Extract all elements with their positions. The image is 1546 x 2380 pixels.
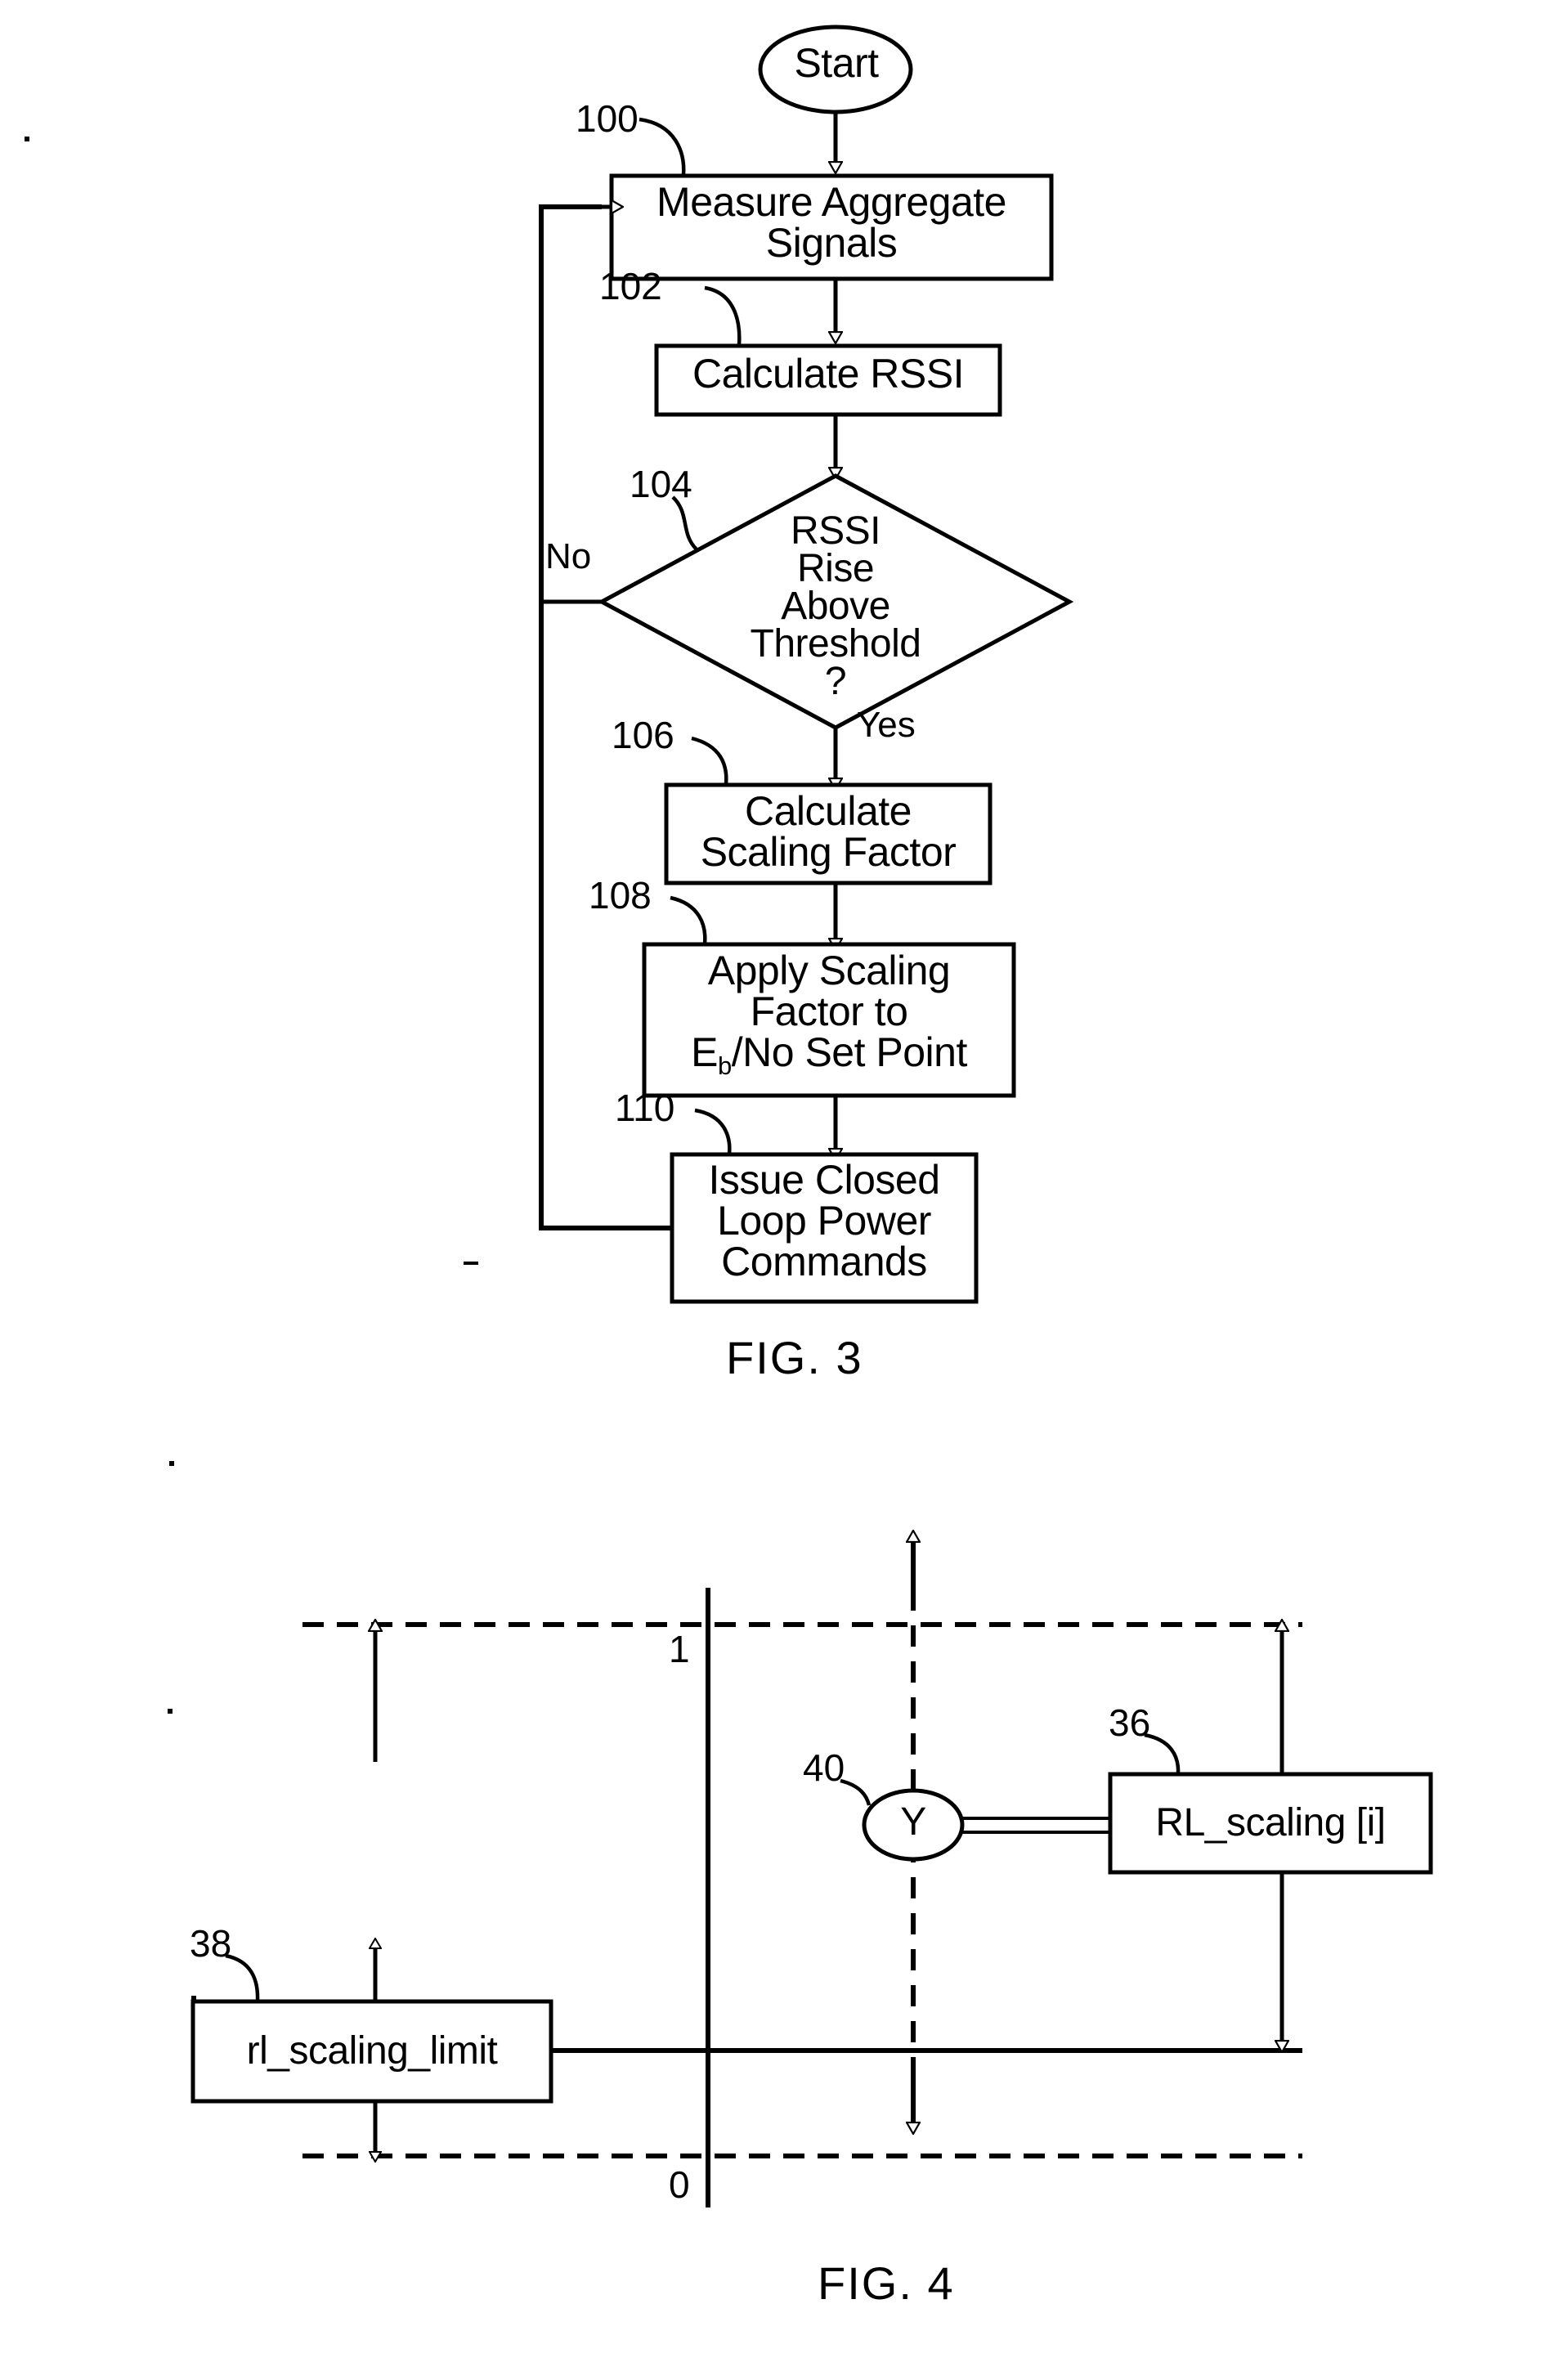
decision-diamond-104-line-2: Rise [796, 547, 875, 590]
process-box-100-line-1: Measure Aggregate [656, 179, 1006, 225]
process-box-110-line-1: Issue Closed [708, 1157, 940, 1203]
ref-number-36: 36 [1109, 1701, 1151, 1744]
start-terminator-label: Start [794, 40, 879, 86]
value-box-36-label: RL_scaling [i] [1155, 1801, 1386, 1844]
process-box-100-line-2: Signals [765, 220, 898, 266]
leader-106 [691, 736, 728, 785]
ref-number-106: 106 [612, 714, 674, 756]
decision-diamond-104-line-1: RSSI [790, 509, 881, 553]
figure-caption-4: FIG. 4 [818, 2257, 955, 2309]
process-box-108-line-3: Eb/No Set Point [691, 1029, 967, 1080]
value-box-38-label: rl_scaling_limit [246, 2029, 498, 2073]
ref-number-100: 100 [576, 97, 639, 140]
process-box-106-line-1: Calculate [745, 788, 912, 834]
leader-40 [840, 1778, 872, 1806]
process-box-106-line-2: Scaling Factor [700, 829, 957, 875]
ref-number-40: 40 [803, 1746, 845, 1789]
leader-100 [639, 117, 686, 176]
process-box-108-line-1: Apply Scaling [707, 948, 951, 993]
process-box-110-line-3: Commands [721, 1239, 927, 1284]
decision-diamond-104-line-3: Above [781, 585, 890, 628]
decision-diamond-104-line-4: Threshold [750, 622, 921, 666]
process-box-108-line-2: Factor to [750, 988, 908, 1034]
ref-number-108: 108 [589, 874, 652, 917]
process-box-110-line-2: Loop Power [717, 1198, 931, 1244]
patent-figure-sheet: Start 100 Measure Aggregate Signals 102 … [0, 0, 1546, 2380]
ref-number-104: 104 [630, 463, 692, 505]
summing-node-40-label: Y [900, 1800, 926, 1844]
figure-caption-3: FIG. 3 [726, 1332, 863, 1383]
process-box-102-line-1: Calculate RSSI [692, 351, 965, 397]
ref-number-38: 38 [190, 1922, 232, 1965]
ref-number-102: 102 [599, 265, 662, 307]
leader-102 [704, 285, 742, 346]
edge-label-yes: Yes [857, 705, 916, 745]
edge-label-no: No [545, 536, 592, 576]
decision-diamond-104-line-5: ? [824, 660, 847, 703]
leader-108 [670, 895, 707, 944]
eb-subscript: b [718, 1051, 732, 1080]
axis-label-one: 1 [669, 1628, 690, 1670]
ref-number-110: 110 [615, 1087, 675, 1129]
axis-label-zero: 0 [669, 2163, 690, 2206]
leader-110 [694, 1108, 732, 1154]
